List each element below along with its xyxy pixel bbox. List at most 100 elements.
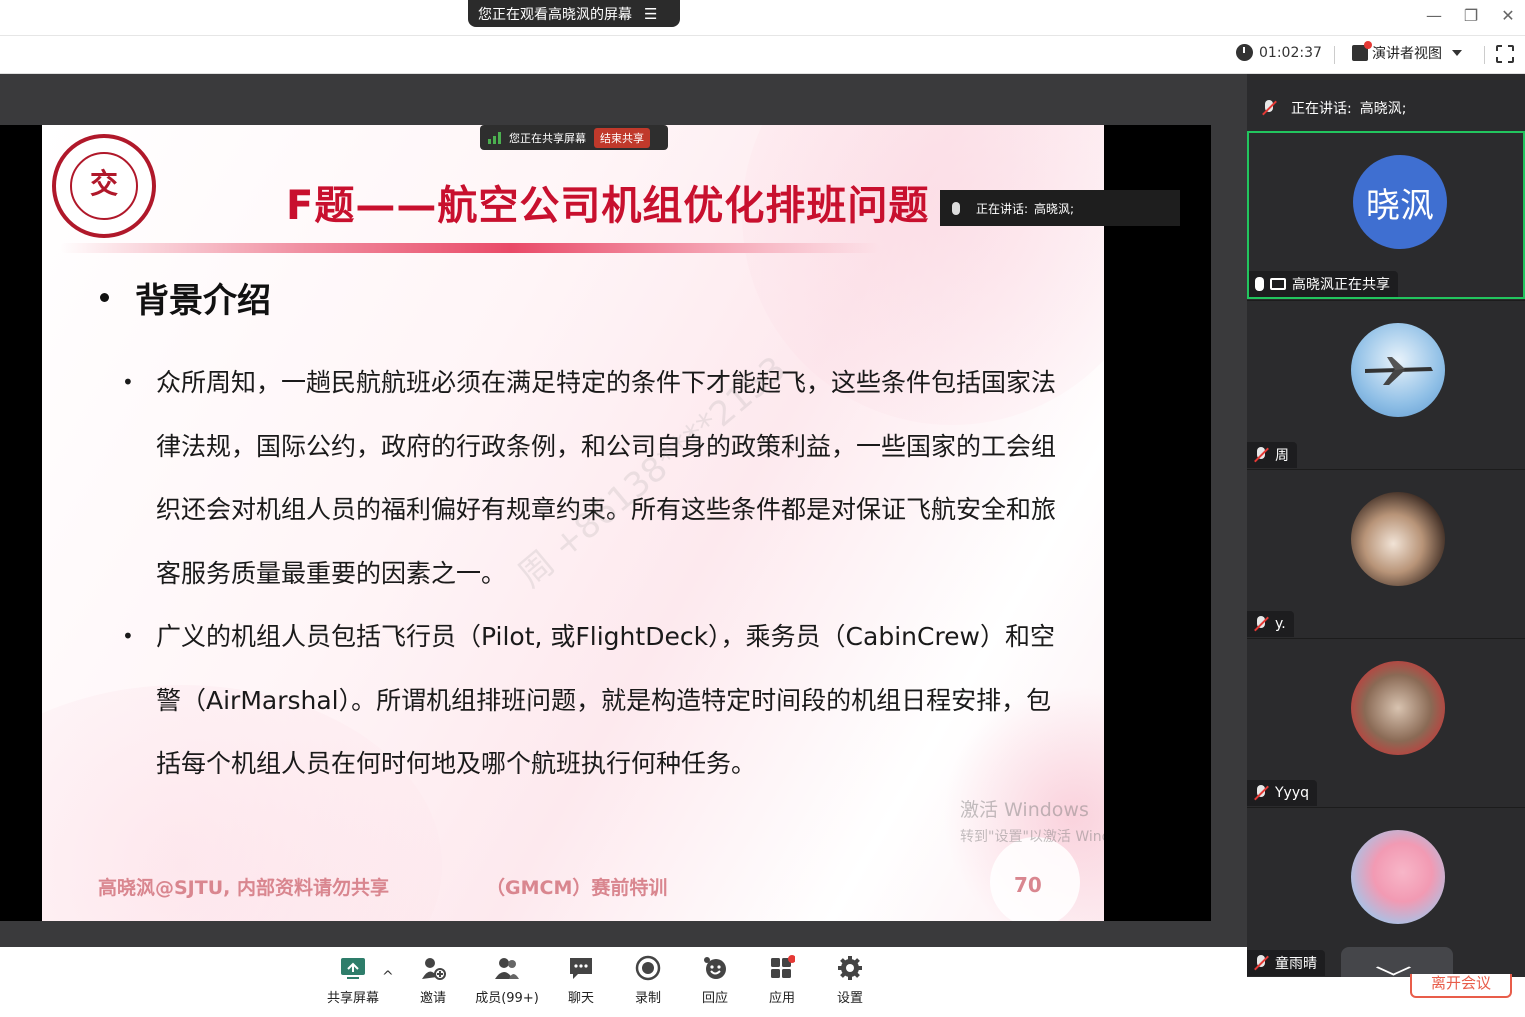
share-notice-text: 您正在观看高晓沨的屏幕 (478, 6, 632, 23)
apps-icon (769, 955, 796, 981)
bullet-icon: • (122, 624, 134, 648)
members-icon (494, 955, 520, 981)
mic-muted-icon (1253, 447, 1269, 463)
minimize-icon[interactable]: — (1422, 4, 1446, 28)
record-icon (635, 955, 661, 981)
apps-label: 应用 (768, 991, 795, 1006)
microphone-icon (1255, 277, 1264, 291)
fullscreen-icon[interactable] (1495, 44, 1515, 64)
slide-footer-author: 高晓沨@SJTU, 内部资料请勿共享 (98, 877, 389, 899)
avatar (1351, 323, 1445, 417)
chat-button[interactable]: 聊天 (545, 955, 617, 1006)
avatar (1351, 830, 1445, 924)
invite-label: 邀请 (419, 991, 446, 1006)
share-screen-icon (340, 955, 366, 981)
invite-button[interactable]: 邀请 (397, 955, 469, 1006)
settings-button[interactable]: 设置 (814, 955, 886, 1006)
section-heading-text: 背景介绍 (135, 281, 271, 321)
collapse-panel-button[interactable] (1341, 947, 1453, 977)
participant-name: Yyyq (1275, 785, 1310, 801)
restore-icon[interactable]: ❐ (1459, 4, 1483, 28)
sharing-status-text: 您正在共享屏幕 (509, 131, 586, 145)
university-seal-logo: 交 (52, 134, 156, 238)
participant-tile[interactable]: 晓沨 高晓沨正在共享 (1247, 131, 1525, 299)
bullet-icon: • (122, 370, 134, 394)
members-button[interactable]: 成员(99+) (471, 955, 543, 1006)
view-mode-button[interactable]: 演讲者视图 (1352, 41, 1462, 63)
speaking-overlay-name: 高晓沨; (1034, 201, 1075, 216)
mic-muted-icon (1253, 955, 1269, 971)
speaking-label: 正在讲话: (1291, 101, 1352, 117)
participant-nametag: Yyyq (1247, 780, 1318, 806)
invite-icon (420, 955, 446, 981)
share-screen-label: 共享屏幕 (326, 991, 379, 1006)
react-label: 回应 (701, 991, 728, 1006)
meeting-timer: 01:02:37 (1236, 44, 1322, 61)
react-button[interactable]: 回应 (679, 955, 751, 1006)
timer-text: 01:02:37 (1259, 44, 1322, 61)
participant-tile[interactable]: 童雨晴 (1247, 807, 1525, 976)
signal-bars-icon (488, 131, 501, 144)
bullet-icon (100, 293, 109, 302)
presentation-slide: 交 F题——航空公司机组优化排班问题 背景介绍 • 众所周知，一趟民航航班必须在… (42, 125, 1104, 921)
members-label: 成员(99+) (475, 991, 539, 1006)
divider (1334, 46, 1335, 64)
participant-name: y. (1275, 616, 1286, 632)
participant-nametag: y. (1247, 611, 1294, 637)
apps-button[interactable]: 应用 (746, 955, 818, 1006)
slide-page-number: 70 (1014, 873, 1042, 897)
title-underline (60, 243, 880, 253)
watching-share-pill[interactable]: 您正在观看高晓沨的屏幕 ☰ (468, 0, 680, 27)
speaking-indicator: 正在讲话: 高晓沨; (1247, 86, 1525, 130)
view-mode-label: 演讲者视图 (1372, 46, 1442, 62)
paragraph-2-text: 广义的机组人员包括飞行员（Pilot, 或FlightDeck），乘务员（Cab… (156, 622, 1056, 778)
chevron-up-icon[interactable]: ^ (382, 969, 394, 985)
meeting-toolbar: 共享屏幕 ^ 邀请 成员(99+) 聊天 录制 回应 应用 设置 (0, 947, 1247, 1017)
slide-title: F题——航空公司机组优化排班问题 (286, 183, 930, 229)
microphone-icon (952, 201, 960, 215)
record-button[interactable]: 录制 (612, 955, 684, 1006)
participant-tile[interactable]: Yyyq (1247, 638, 1525, 806)
leave-meeting-button[interactable]: 离开会议 (1410, 974, 1512, 998)
avatar (1351, 492, 1445, 586)
participant-name: 高晓沨正在共享 (1292, 277, 1390, 293)
settings-label: 设置 (836, 991, 863, 1006)
participant-nametag: 高晓沨正在共享 (1249, 271, 1398, 297)
participants-panel: 正在讲话: 高晓沨; 晓沨 高晓沨正在共享 周 y. Yyyq 童雨晴 (1247, 74, 1525, 977)
menu-icon[interactable]: ☰ (644, 5, 657, 23)
avatar: 晓沨 (1353, 155, 1447, 249)
participant-nametag: 周 (1247, 442, 1297, 468)
participant-name: 周 (1275, 448, 1289, 464)
gear-icon (837, 955, 863, 981)
section-heading: 背景介绍 (100, 273, 271, 322)
activate-line-1: 激活 Windows (960, 799, 1089, 821)
record-label: 录制 (634, 991, 661, 1006)
divider (1484, 46, 1485, 64)
mic-muted-icon (1261, 100, 1277, 116)
screen-share-icon (1270, 278, 1286, 290)
avatar (1351, 661, 1445, 755)
participant-tile[interactable]: 周 (1247, 300, 1525, 468)
close-icon[interactable]: ✕ (1496, 4, 1520, 28)
mic-muted-icon (1253, 616, 1269, 632)
react-icon (702, 955, 728, 981)
clock-icon (1236, 44, 1253, 61)
mic-muted-icon (1253, 785, 1269, 801)
slide-footer-course: （GMCM）赛前特训 (486, 877, 668, 899)
share-screen-button[interactable]: 共享屏幕 (317, 955, 389, 1006)
participant-name: 童雨晴 (1275, 956, 1317, 972)
speaking-overlay-label: 正在讲话: (976, 201, 1029, 216)
chevron-down-icon (1452, 50, 1462, 56)
chat-label: 聊天 (567, 991, 594, 1006)
speaker-view-icon (1352, 41, 1372, 61)
participant-nametag: 童雨晴 (1247, 950, 1325, 976)
activate-line-2: 转到"设置"以激活 Windows。 (960, 829, 1104, 845)
shared-screen-stage: 交 F题——航空公司机组优化排班问题 背景介绍 • 众所周知，一趟民航航班必须在… (0, 74, 1247, 947)
end-share-button[interactable]: 结束共享 (594, 127, 650, 148)
windows-activation-notice: 激活 Windows 转到"设置"以激活 Windows。 (960, 795, 1104, 846)
sharing-status-banner: 您正在共享屏幕 结束共享 (480, 125, 668, 150)
participant-tile[interactable]: y. (1247, 469, 1525, 637)
title-bar: 您正在观看高晓沨的屏幕 ☰ — ❐ ✕ (0, 0, 1525, 36)
speaking-name: 高晓沨; (1359, 101, 1407, 117)
meeting-header: 01:02:37 演讲者视图 (0, 36, 1525, 74)
